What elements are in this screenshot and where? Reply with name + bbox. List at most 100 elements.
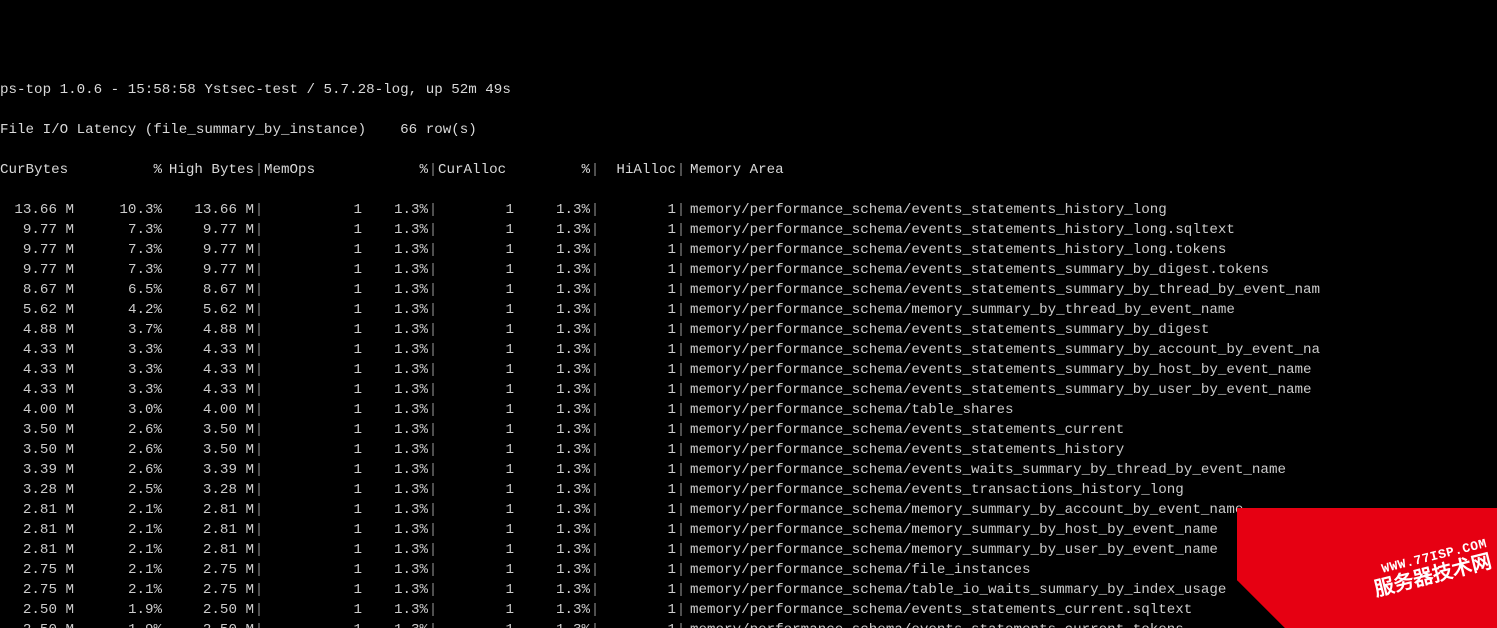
separator: |	[428, 520, 438, 540]
cell-highbytes: 9.77 M	[162, 240, 254, 260]
cell-hialloc: 1	[600, 320, 676, 340]
cell-pct1: 2.6%	[74, 440, 162, 460]
separator: |	[676, 360, 686, 380]
separator: |	[428, 480, 438, 500]
cell-pct3: 1.3%	[514, 200, 590, 220]
cell-pct3: 1.3%	[514, 300, 590, 320]
cell-pct2: 1.3%	[362, 520, 428, 540]
separator: |	[254, 160, 264, 180]
separator: |	[676, 380, 686, 400]
cell-pct2: 1.3%	[362, 280, 428, 300]
cell-pct3: 1.3%	[514, 460, 590, 480]
cell-pct3: 1.3%	[514, 360, 590, 380]
cell-highbytes: 4.88 M	[162, 320, 254, 340]
cell-pct1: 4.2%	[74, 300, 162, 320]
cell-curbytes: 3.28 M	[0, 480, 74, 500]
cell-pct3: 1.3%	[514, 540, 590, 560]
separator: |	[676, 160, 686, 180]
cell-pct1: 2.6%	[74, 420, 162, 440]
separator: |	[254, 480, 264, 500]
cell-pct3: 1.3%	[514, 340, 590, 360]
cell-hialloc: 1	[600, 280, 676, 300]
cell-curalloc: 1	[438, 420, 514, 440]
cell-curbytes: 2.75 M	[0, 560, 74, 580]
table-row: 9.77 M7.3%9.77 M|11.3%|11.3%|1|memory/pe…	[0, 240, 1497, 260]
cell-pct2: 1.3%	[362, 480, 428, 500]
cell-pct3: 1.3%	[514, 560, 590, 580]
cell-pct3: 1.3%	[514, 520, 590, 540]
separator: |	[676, 220, 686, 240]
separator: |	[428, 200, 438, 220]
cell-pct1: 2.1%	[74, 540, 162, 560]
separator: |	[428, 540, 438, 560]
cell-memarea: memory/performance_schema/events_stateme…	[686, 620, 1184, 628]
cell-curbytes: 8.67 M	[0, 280, 74, 300]
cell-pct2: 1.3%	[362, 320, 428, 340]
header-line-2: File I/O Latency (file_summary_by_instan…	[0, 120, 1497, 140]
cell-pct1: 3.0%	[74, 400, 162, 420]
cell-highbytes: 3.50 M	[162, 440, 254, 460]
cell-pct3: 1.3%	[514, 600, 590, 620]
cell-pct2: 1.3%	[362, 220, 428, 240]
cell-curalloc: 1	[438, 440, 514, 460]
table-row: 8.67 M6.5%8.67 M|11.3%|11.3%|1|memory/pe…	[0, 280, 1497, 300]
cell-curbytes: 5.62 M	[0, 300, 74, 320]
separator: |	[254, 460, 264, 480]
cell-curbytes: 2.50 M	[0, 620, 74, 628]
table-row: 4.88 M3.7%4.88 M|11.3%|11.3%|1|memory/pe…	[0, 320, 1497, 340]
separator: |	[676, 260, 686, 280]
cell-curalloc: 1	[438, 620, 514, 628]
cell-pct3: 1.3%	[514, 580, 590, 600]
cell-pct3: 1.3%	[514, 400, 590, 420]
separator: |	[428, 380, 438, 400]
cell-highbytes: 2.81 M	[162, 520, 254, 540]
separator: |	[676, 400, 686, 420]
cell-pct1: 3.3%	[74, 340, 162, 360]
cell-memops: 1	[264, 220, 362, 240]
col-pct1: %	[74, 160, 162, 180]
separator: |	[590, 540, 600, 560]
cell-memarea: memory/performance_schema/memory_summary…	[686, 540, 1218, 560]
separator: |	[590, 320, 600, 340]
separator: |	[428, 420, 438, 440]
separator: |	[590, 300, 600, 320]
cell-highbytes: 9.77 M	[162, 220, 254, 240]
cell-curalloc: 1	[438, 460, 514, 480]
cell-pct2: 1.3%	[362, 380, 428, 400]
cell-pct1: 7.3%	[74, 240, 162, 260]
table-row: 13.66 M10.3%13.66 M|11.3%|11.3%|1|memory…	[0, 200, 1497, 220]
cell-highbytes: 13.66 M	[162, 200, 254, 220]
cell-memarea: memory/performance_schema/memory_summary…	[686, 300, 1235, 320]
header-line-1: ps-top 1.0.6 - 15:58:58 Ystsec-test / 5.…	[0, 80, 1497, 100]
separator: |	[254, 320, 264, 340]
cell-hialloc: 1	[600, 600, 676, 620]
cell-pct2: 1.3%	[362, 460, 428, 480]
separator: |	[676, 300, 686, 320]
table-row: 3.50 M2.6%3.50 M|11.3%|11.3%|1|memory/pe…	[0, 420, 1497, 440]
col-memarea: Memory Area	[686, 160, 784, 180]
cell-pct1: 7.3%	[74, 260, 162, 280]
cell-memarea: memory/performance_schema/memory_summary…	[686, 520, 1218, 540]
cell-highbytes: 8.67 M	[162, 280, 254, 300]
table-row: 3.39 M2.6%3.39 M|11.3%|11.3%|1|memory/pe…	[0, 460, 1497, 480]
cell-curalloc: 1	[438, 200, 514, 220]
cell-curbytes: 2.50 M	[0, 600, 74, 620]
separator: |	[428, 240, 438, 260]
separator: |	[676, 240, 686, 260]
cell-pct3: 1.3%	[514, 260, 590, 280]
cell-memarea: memory/performance_schema/events_stateme…	[686, 260, 1269, 280]
cell-hialloc: 1	[600, 500, 676, 520]
cell-pct2: 1.3%	[362, 240, 428, 260]
cell-pct1: 2.6%	[74, 460, 162, 480]
table-row: 2.81 M2.1%2.81 M|11.3%|11.3%|1|memory/pe…	[0, 540, 1497, 560]
table-row: 5.62 M4.2%5.62 M|11.3%|11.3%|1|memory/pe…	[0, 300, 1497, 320]
cell-memarea: memory/performance_schema/memory_summary…	[686, 500, 1243, 520]
separator: |	[676, 440, 686, 460]
separator: |	[254, 300, 264, 320]
separator: |	[254, 280, 264, 300]
table-body: 13.66 M10.3%13.66 M|11.3%|11.3%|1|memory…	[0, 200, 1497, 628]
separator: |	[428, 340, 438, 360]
table-row: 9.77 M7.3%9.77 M|11.3%|11.3%|1|memory/pe…	[0, 260, 1497, 280]
separator: |	[428, 560, 438, 580]
cell-curbytes: 9.77 M	[0, 240, 74, 260]
